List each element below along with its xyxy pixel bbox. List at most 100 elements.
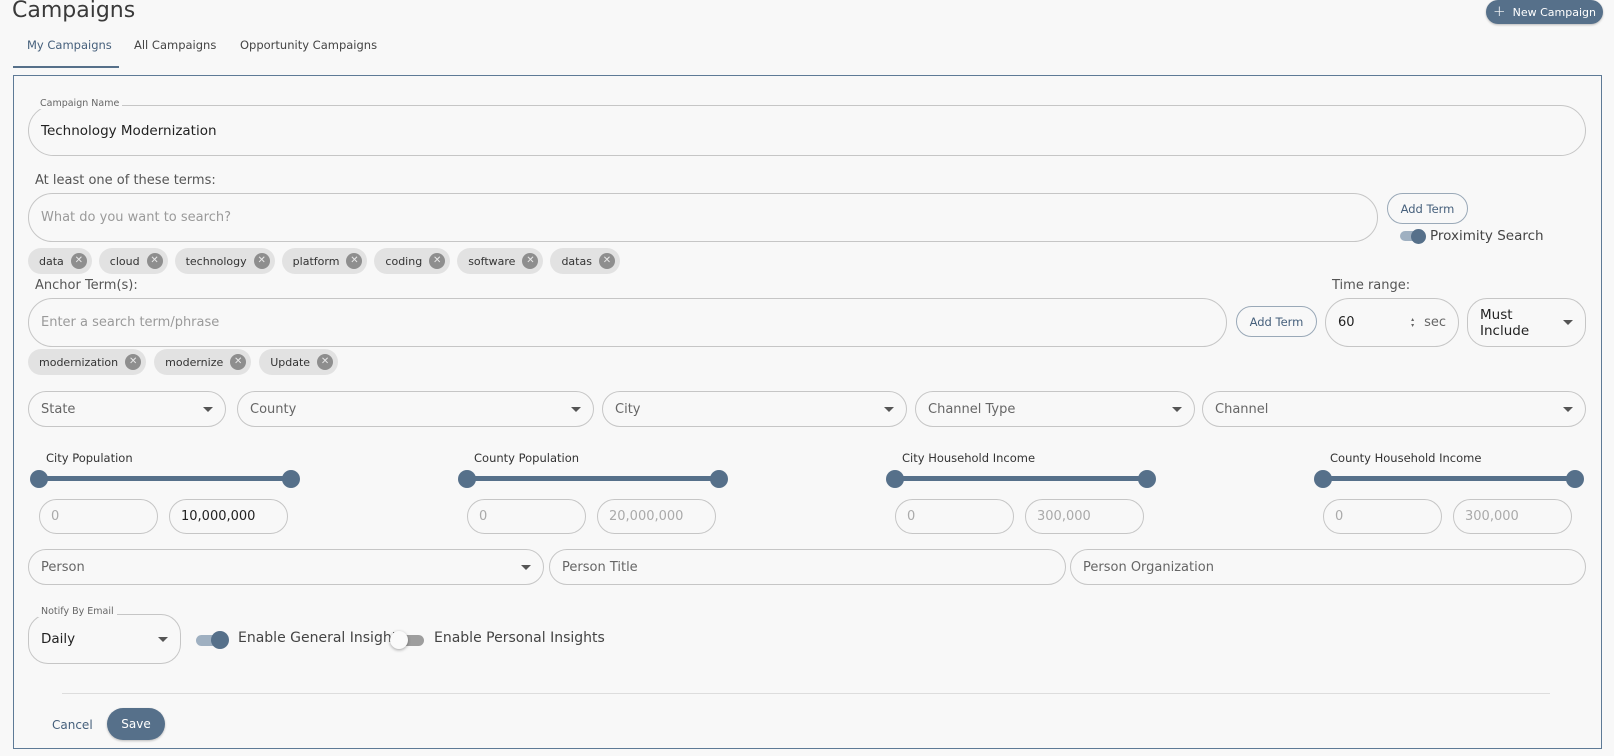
- proximity-label: Proximity Search: [1430, 228, 1544, 244]
- person-title-placeholder: Person Title: [562, 559, 638, 575]
- tab-my-campaigns[interactable]: My Campaigns: [27, 38, 112, 68]
- term-chip: datas ✕: [550, 248, 620, 274]
- personal-insights-toggle-knob: [390, 631, 408, 649]
- max-value: 300,000: [1037, 509, 1091, 524]
- time-range-unit: sec: [1424, 315, 1446, 330]
- personal-insights-label: Enable Personal Insights: [434, 630, 605, 646]
- personal-insights-toggle[interactable]: [390, 631, 426, 649]
- chip-remove-icon[interactable]: ✕: [429, 253, 446, 269]
- new-campaign-label: New Campaign: [1512, 5, 1596, 19]
- campaign-name-value: Technology Modernization: [41, 122, 217, 139]
- proximity-toggle[interactable]: [1400, 229, 1426, 244]
- time-range-field[interactable]: 60 ▴ ▾ sec: [1325, 298, 1459, 347]
- add-term-button[interactable]: Add Term: [1387, 193, 1468, 224]
- city-population-max-input[interactable]: 10,000,000: [169, 499, 288, 534]
- county-household-income-max-input[interactable]: 300,000: [1453, 499, 1572, 534]
- chip-remove-icon[interactable]: ✕: [146, 253, 163, 269]
- city-population-max-handle[interactable]: [282, 470, 300, 488]
- channel-select[interactable]: Channel: [1202, 391, 1586, 427]
- anchor-chip: modernization ✕: [28, 349, 147, 375]
- term-chip-list: data ✕ cloud ✕ technology ✕ platform ✕ codin…: [28, 248, 620, 274]
- county-household-income-min-handle[interactable]: [1314, 470, 1332, 488]
- county-population-min-handle[interactable]: [458, 470, 476, 488]
- county-population-min-input[interactable]: 0: [467, 499, 586, 534]
- page-title: Campaigns: [12, 0, 136, 23]
- include-mode-value: Must Include: [1480, 306, 1530, 339]
- notify-email-label: Notify By Email: [38, 606, 117, 617]
- chip-remove-icon[interactable]: ✕: [230, 354, 247, 370]
- include-mode-select[interactable]: Must Include: [1467, 298, 1586, 347]
- general-insight-toggle[interactable]: [196, 631, 232, 649]
- city-household-income-slider-track: [895, 476, 1148, 481]
- chip-label: Update: [270, 355, 311, 369]
- terms-input[interactable]: What do you want to search?: [28, 193, 1378, 242]
- anchor-chip: modernize ✕: [154, 349, 252, 375]
- state-select[interactable]: State: [28, 391, 226, 427]
- save-button[interactable]: Save: [107, 708, 165, 740]
- county-select[interactable]: County: [237, 391, 594, 427]
- chip-remove-icon[interactable]: ✕: [125, 354, 142, 370]
- anchor-chip-list: modernization ✕ modernize ✕ Update ✕: [28, 349, 339, 375]
- term-chip: coding ✕: [374, 248, 451, 274]
- chevron-down-icon: [1563, 406, 1573, 412]
- chevron-down-icon: [521, 564, 531, 570]
- county-population-max-handle[interactable]: [710, 470, 728, 488]
- city-population-min-handle[interactable]: [30, 470, 48, 488]
- chip-remove-icon[interactable]: ✕: [317, 354, 334, 370]
- proximity-toggle-knob: [1411, 229, 1426, 244]
- chevron-down-icon: [571, 406, 581, 412]
- channel-type-select[interactable]: Channel Type: [915, 391, 1195, 427]
- anchor-input[interactable]: Enter a search term/phrase: [28, 298, 1227, 347]
- city-household-income-max-input[interactable]: 300,000: [1025, 499, 1144, 534]
- county-household-income-max-handle[interactable]: [1566, 470, 1584, 488]
- chip-label: data: [39, 254, 64, 268]
- campaign-name-field[interactable]: Technology Modernization: [28, 105, 1586, 156]
- chip-label: modernize: [165, 355, 224, 369]
- person-organization-input[interactable]: Person Organization: [1070, 549, 1586, 585]
- min-placeholder: 0: [51, 509, 60, 524]
- tab-opportunity-campaigns[interactable]: Opportunity Campaigns: [240, 38, 377, 68]
- chip-remove-icon[interactable]: ✕: [70, 253, 87, 269]
- city-household-income-min-handle[interactable]: [886, 470, 904, 488]
- form-divider: [62, 693, 1550, 694]
- city-household-income-max-handle[interactable]: [1138, 470, 1156, 488]
- chip-remove-icon[interactable]: ✕: [598, 253, 615, 269]
- anchor-placeholder: Enter a search term/phrase: [41, 315, 220, 330]
- city-select[interactable]: City: [602, 391, 907, 427]
- notify-email-select[interactable]: Daily: [28, 614, 181, 664]
- state-select-label: State: [41, 401, 76, 417]
- county-household-income-slider-track: [1323, 476, 1576, 481]
- county-select-label: County: [250, 401, 297, 417]
- cancel-button[interactable]: Cancel: [52, 718, 93, 732]
- county-household-income-label: County Household Income: [1330, 451, 1482, 465]
- person-select[interactable]: Person: [28, 549, 544, 585]
- chevron-down-icon: [203, 406, 213, 412]
- county-household-income-min-input[interactable]: 0: [1323, 499, 1442, 534]
- chevron-down-icon: [884, 406, 894, 412]
- city-household-income-min-input[interactable]: 0: [895, 499, 1014, 534]
- time-range-spinner-icon[interactable]: ▴ ▾: [1411, 316, 1414, 329]
- county-population-max-input[interactable]: 20,000,000: [597, 499, 716, 534]
- chip-label: modernization: [39, 355, 119, 369]
- city-population-slider-track: [38, 476, 291, 481]
- chip-remove-icon[interactable]: ✕: [253, 253, 270, 269]
- chip-label: software: [468, 254, 516, 268]
- city-select-label: City: [615, 401, 641, 417]
- tab-all-campaigns[interactable]: All Campaigns: [134, 38, 216, 68]
- person-title-input[interactable]: Person Title: [549, 549, 1066, 585]
- city-household-income-label: City Household Income: [902, 451, 1036, 465]
- max-value: 10,000,000: [181, 509, 256, 524]
- max-value: 300,000: [1465, 509, 1519, 524]
- min-placeholder: 0: [1335, 509, 1344, 524]
- add-anchor-term-button[interactable]: Add Term: [1236, 306, 1317, 337]
- person-organization-placeholder: Person Organization: [1083, 559, 1214, 575]
- notify-email-value: Daily: [41, 631, 76, 647]
- chip-remove-icon[interactable]: ✕: [522, 253, 539, 269]
- anchor-chip: Update ✕: [259, 349, 339, 375]
- chip-remove-icon[interactable]: ✕: [346, 253, 363, 269]
- term-chip: data ✕: [28, 248, 92, 274]
- min-placeholder: 0: [907, 509, 916, 524]
- terms-label: At least one of these terms:: [35, 173, 216, 188]
- city-population-min-input[interactable]: 0: [39, 499, 158, 534]
- new-campaign-button[interactable]: + New Campaign: [1486, 0, 1603, 24]
